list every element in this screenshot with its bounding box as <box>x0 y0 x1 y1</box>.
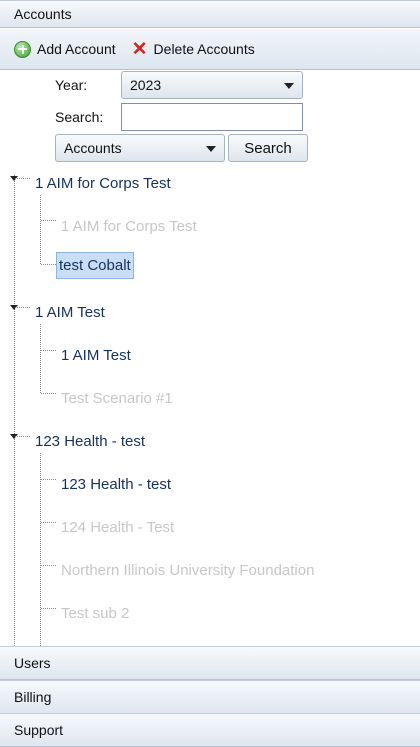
tree-connector <box>41 350 56 351</box>
search-button[interactable]: Search <box>228 134 308 162</box>
tree-connector <box>41 393 56 394</box>
tree-connector <box>41 608 56 609</box>
tree-item[interactable]: Test Scenario #1 <box>61 390 173 407</box>
tree-connector <box>40 324 41 393</box>
chevron-down-icon <box>206 146 216 152</box>
tree-item[interactable]: Test sub 2 <box>61 605 129 622</box>
year-select-value: 2023 <box>130 77 162 93</box>
tree-item[interactable]: 124 Health - Test <box>61 519 174 536</box>
tree-group-label[interactable]: 123 Health - test <box>35 433 145 450</box>
add-account-button[interactable]: Add Account <box>14 40 116 58</box>
users-panel-title: Users <box>14 655 51 671</box>
accounts-panel-header[interactable]: Accounts <box>0 0 420 28</box>
tree-connector <box>15 178 30 179</box>
tree-connector <box>41 565 56 566</box>
search-label: Search: <box>55 109 104 125</box>
search-type-select[interactable]: Accounts <box>55 134 225 162</box>
year-select[interactable]: 2023 <box>121 71 303 99</box>
tree-connector <box>14 175 15 646</box>
tree-item[interactable]: 1 AIM Test <box>61 347 131 364</box>
tree-connector <box>40 453 41 646</box>
tree-item-selected[interactable]: test Cobalt <box>56 252 134 279</box>
tree-connector <box>15 307 30 308</box>
tree-connector <box>41 479 56 480</box>
tree-item[interactable]: 123 Health - test <box>61 476 171 493</box>
search-input[interactable] <box>121 103 303 131</box>
close-icon: ✕ <box>131 38 148 60</box>
billing-panel-title: Billing <box>14 689 52 705</box>
tree-group-label[interactable]: 1 AIM Test <box>35 304 105 321</box>
tree-connector <box>40 195 41 264</box>
accounts-tree: 1 AIM for Corps Test 1 AIM for Corps Tes… <box>0 165 420 646</box>
delete-accounts-label: Delete Accounts <box>153 41 255 57</box>
plus-circle-icon <box>14 40 31 58</box>
support-panel-header[interactable]: Support <box>0 713 420 747</box>
chevron-down-icon <box>284 83 294 89</box>
tree-connector <box>41 220 56 221</box>
tree-item[interactable]: 1 AIM for Corps Test <box>61 218 197 235</box>
accounts-toolbar: Add Account ✕ Delete Accounts <box>0 29 420 70</box>
tree-connector <box>41 264 56 265</box>
users-panel-header[interactable]: Users <box>0 646 420 680</box>
tree-connector <box>41 522 56 523</box>
tree-group-label[interactable]: 1 AIM for Corps Test <box>35 175 171 192</box>
tree-connector <box>15 436 30 437</box>
add-account-label: Add Account <box>37 41 116 57</box>
year-label: Year: <box>55 77 88 93</box>
search-type-value: Accounts <box>64 140 122 156</box>
delete-accounts-button[interactable]: ✕ Delete Accounts <box>132 40 255 59</box>
support-panel-title: Support <box>14 722 64 738</box>
billing-panel-header[interactable]: Billing <box>0 680 420 714</box>
accounts-panel-title: Accounts <box>14 6 72 22</box>
tree-item[interactable]: Northern Illinois University Foundation <box>61 562 314 579</box>
